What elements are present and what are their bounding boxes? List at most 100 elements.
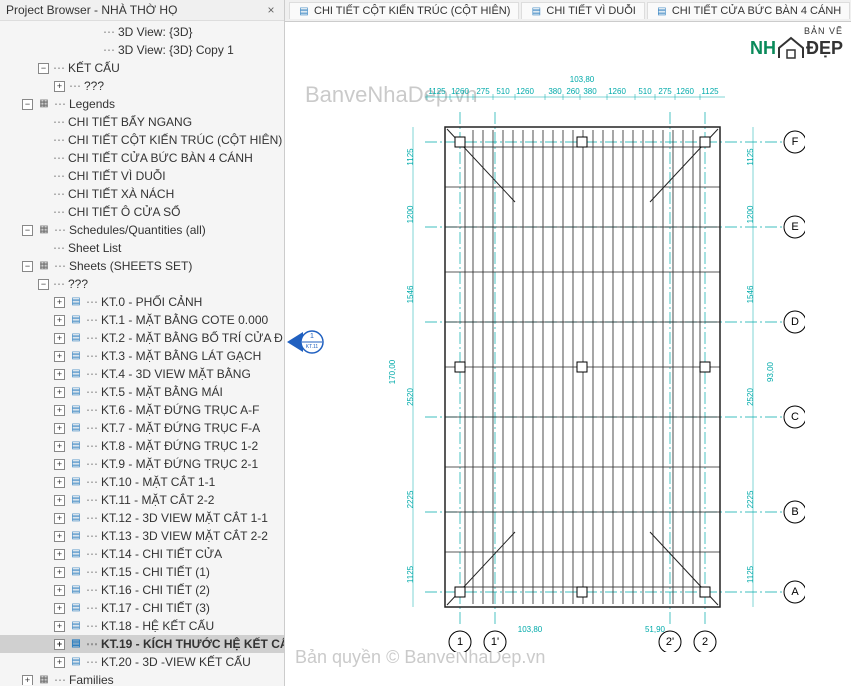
dim-left-major: 170,00	[388, 359, 397, 384]
tree-item[interactable]: +▤KT.9 - MẶT ĐỨNG TRỤC 2-1	[0, 455, 284, 473]
tree-item[interactable]: −▦Schedules/Quantities (all)	[0, 221, 284, 239]
view-tab[interactable]: ▤CHI TIẾT CỬA BỨC BÀN 4 CÁNH	[647, 2, 850, 19]
tree-item[interactable]: +▤KT.4 - 3D VIEW MẶT BẰNG	[0, 365, 284, 383]
expander-icon[interactable]: −	[22, 261, 33, 272]
expander-icon[interactable]: +	[54, 495, 65, 506]
expander-icon[interactable]: +	[54, 459, 65, 470]
brand-logo: BẢN VẼ NH ĐẸP	[750, 26, 843, 60]
expander-icon[interactable]: +	[54, 639, 65, 650]
tab-label: CHI TIẾT CỬA BỨC BÀN 4 CÁNH	[672, 5, 841, 17]
grid-col-bubbles: 11'2'2	[449, 631, 716, 652]
expander-icon[interactable]: +	[54, 477, 65, 488]
side-dims-right: 112512001546252022251125	[746, 127, 755, 607]
tree-item[interactable]: CHI TIẾT BẨY NGANG	[0, 113, 284, 131]
tree-item[interactable]: +▤KT.17 - CHI TIẾT (3)	[0, 599, 284, 617]
tree-item[interactable]: −???	[0, 275, 284, 293]
close-icon[interactable]: ×	[264, 3, 278, 17]
tree-item[interactable]: Sheet List	[0, 239, 284, 257]
view-tabs: ▤CHI TIẾT CỘT KIẾN TRÚC (CỘT HIÊN)▤CHI T…	[285, 0, 851, 22]
tree-item[interactable]: CHI TIẾT CỘT KIẾN TRÚC (CỘT HIÊN)	[0, 131, 284, 149]
project-tree[interactable]: 3D View: {3D}3D View: {3D} Copy 1−KẾT CẤ…	[0, 21, 284, 685]
tree-item[interactable]: 3D View: {3D} Copy 1	[0, 41, 284, 59]
expander-icon[interactable]: +	[54, 567, 65, 578]
tree-item[interactable]: +▦Families	[0, 671, 284, 685]
svg-text:510: 510	[496, 87, 510, 96]
logo-top-text: BẢN VẼ	[804, 26, 843, 36]
tree-item[interactable]: +???	[0, 77, 284, 95]
expander-icon[interactable]: −	[22, 99, 33, 110]
expander-icon[interactable]: −	[38, 279, 49, 290]
tree-item[interactable]: +▤KT.15 - CHI TIẾT (1)	[0, 563, 284, 581]
expander-icon[interactable]: +	[54, 333, 65, 344]
tree-label: 3D View: {3D} Copy 1	[103, 42, 234, 58]
expander-icon[interactable]: +	[22, 675, 33, 686]
sheet-icon: ▤	[69, 295, 83, 309]
folder-icon: ▦	[37, 97, 51, 111]
tree-item[interactable]: +▤KT.7 - MẶT ĐỨNG TRỤC F-A	[0, 419, 284, 437]
dim-bottom-1: 103,80	[518, 625, 543, 634]
expander-icon[interactable]: +	[54, 351, 65, 362]
expander-icon[interactable]: −	[38, 63, 49, 74]
tree-item[interactable]: +▤KT.3 - MẶT BẰNG LÁT GẠCH	[0, 347, 284, 365]
expander-icon[interactable]: +	[54, 81, 65, 92]
expander-icon[interactable]: +	[54, 441, 65, 452]
tree-item[interactable]: +▤KT.13 - 3D VIEW MẶT CẮT 2-2	[0, 527, 284, 545]
expander-icon[interactable]: +	[54, 549, 65, 560]
tree-item[interactable]: CHI TIẾT CỬA BỨC BÀN 4 CÁNH	[0, 149, 284, 167]
tree-item[interactable]: +▤KT.10 - MẶT CẮT 1-1	[0, 473, 284, 491]
view-tab[interactable]: ▤CHI TIẾT CỘT KIẾN TRÚC (CỘT HIÊN)	[289, 2, 519, 19]
tree-item[interactable]: +▤KT.5 - MẶT BẰNG MÁI	[0, 383, 284, 401]
view-tab[interactable]: ▤CHI TIẾT VÌ DUỖI	[521, 2, 644, 19]
tree-item[interactable]: CHI TIẾT VÌ DUỖI	[0, 167, 284, 185]
svg-text:1': 1'	[491, 636, 499, 648]
sheet-icon: ▤	[69, 367, 83, 381]
folder-icon: ▦	[37, 259, 51, 273]
expander-icon[interactable]: +	[54, 531, 65, 542]
svg-text:1200: 1200	[406, 205, 415, 223]
drawing-area[interactable]: BẢN VẼ NH ĐẸP BanveNhaDep.vn Bản quyền ©…	[285, 22, 851, 686]
expander-icon[interactable]: +	[54, 513, 65, 524]
tree-item[interactable]: −▦Sheets (SHEETS SET)	[0, 257, 284, 275]
svg-text:1260: 1260	[608, 87, 626, 96]
sheet-icon: ▤	[69, 655, 83, 669]
tree-label: KT.3 - MẶT BẰNG LÁT GẠCH	[86, 348, 261, 364]
tree-item[interactable]: +▤KT.18 - HỆ KẾT CẤU	[0, 617, 284, 635]
tree-item[interactable]: +▤KT.12 - 3D VIEW MẶT CẮT 1-1	[0, 509, 284, 527]
tree-item[interactable]: +▤KT.2 - MẶT BẰNG BỐ TRÍ CỬA Đ	[0, 329, 284, 347]
sidebar-title: Project Browser - NHÀ THỜ HỌ	[6, 3, 264, 17]
tree-item[interactable]: −▦Legends	[0, 95, 284, 113]
svg-text:1200: 1200	[746, 205, 755, 223]
expander-icon[interactable]: +	[54, 585, 65, 596]
expander-icon[interactable]: +	[54, 369, 65, 380]
drawing-canvas-region: ▤CHI TIẾT CỘT KIẾN TRÚC (CỘT HIÊN)▤CHI T…	[285, 0, 851, 686]
expander-icon[interactable]: +	[54, 423, 65, 434]
tree-item[interactable]: CHI TIẾT Ô CỬA SỔ	[0, 203, 284, 221]
tree-label: KT.9 - MẶT ĐỨNG TRỤC 2-1	[86, 456, 258, 472]
tree-item[interactable]: +▤KT.14 - CHI TIẾT CỬA	[0, 545, 284, 563]
tree-item[interactable]: +▤KT.8 - MẶT ĐỨNG TRỤC 1-2	[0, 437, 284, 455]
expander-icon[interactable]: +	[54, 297, 65, 308]
tree-item[interactable]: +▤KT.1 - MẶT BẰNG COTE 0.000	[0, 311, 284, 329]
tree-item[interactable]: +▤KT.11 - MẶT CẮT 2-2	[0, 491, 284, 509]
tree-item[interactable]: +▤KT.0 - PHỐI CẢNH	[0, 293, 284, 311]
tree-item[interactable]: +▤KT.6 - MẶT ĐỨNG TRỤC A-F	[0, 401, 284, 419]
expander-icon[interactable]: +	[54, 657, 65, 668]
svg-text:F: F	[792, 136, 799, 148]
expander-icon[interactable]: +	[54, 405, 65, 416]
tree-item[interactable]: +▤KT.16 - CHI TIẾT (2)	[0, 581, 284, 599]
expander-icon[interactable]: +	[54, 603, 65, 614]
tree-item[interactable]: 3D View: {3D}	[0, 23, 284, 41]
sheet-icon: ▤	[69, 313, 83, 327]
tree-item[interactable]: +▤KT.19 - KÍCH THƯỚC HỆ KẾT CẤ	[0, 635, 284, 653]
svg-text:1125: 1125	[406, 148, 415, 166]
svg-text:260: 260	[566, 87, 580, 96]
tree-item[interactable]: −KẾT CẤU	[0, 59, 284, 77]
expander-icon[interactable]: +	[54, 315, 65, 326]
expander-icon[interactable]: −	[22, 225, 33, 236]
expander-icon[interactable]: +	[54, 621, 65, 632]
tree-item[interactable]: +▤KT.20 - 3D -VIEW KẾT CẤU	[0, 653, 284, 671]
project-browser-panel: Project Browser - NHÀ THỜ HỌ × 3D View: …	[0, 0, 285, 686]
section-marker: 1 KT.11	[285, 322, 325, 365]
expander-icon[interactable]: +	[54, 387, 65, 398]
tree-item[interactable]: CHI TIẾT XÀ NÁCH	[0, 185, 284, 203]
